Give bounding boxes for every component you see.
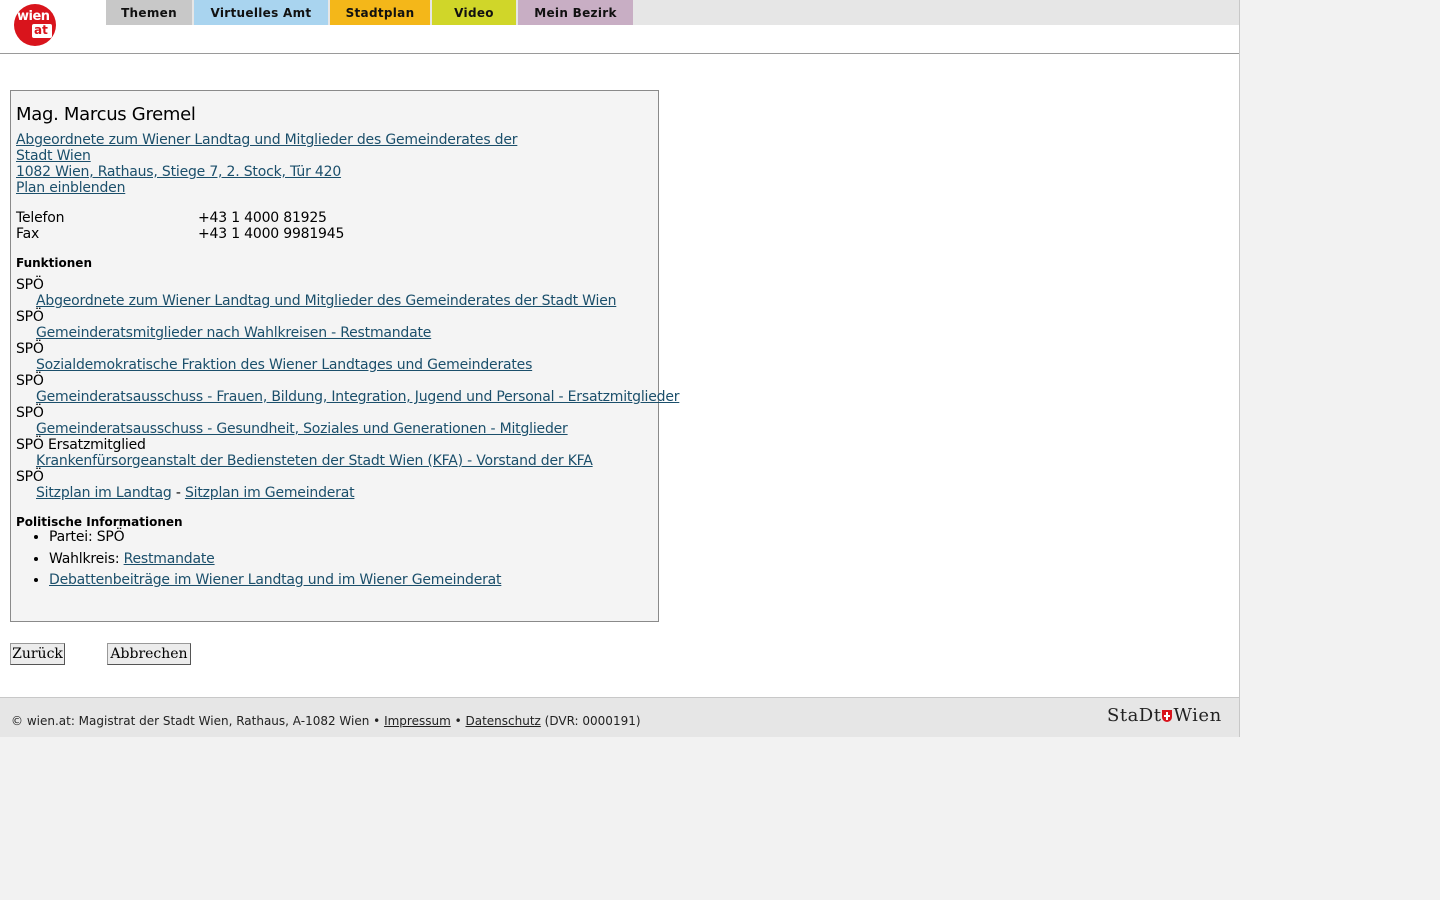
- page: wien at Themen Virtuelles Amt Stadtplan …: [0, 0, 1240, 737]
- political-info-heading: Politische Informationen: [16, 515, 183, 529]
- debatten-link[interactable]: Debattenbeiträge im Wiener Landtag und i…: [49, 572, 502, 588]
- show-map-link[interactable]: Plan einblenden: [16, 180, 125, 196]
- list-item: Debattenbeiträge im Wiener Landtag und i…: [49, 572, 502, 594]
- tab-mein-bezirk[interactable]: Mein Bezirk: [518, 0, 633, 25]
- logo-text-wien: wien: [17, 9, 50, 24]
- wahlkreis-label: Wahlkreis:: [49, 550, 124, 567]
- political-info-list: Partei: SPÖ Wahlkreis: Restmandate Debat…: [16, 529, 502, 594]
- phone-label: Telefon: [16, 210, 65, 226]
- function-party: SPÖ: [16, 277, 44, 293]
- vienna-shield-icon: [1162, 710, 1173, 722]
- list-item: Wahlkreis: Restmandate: [49, 551, 501, 573]
- footer: © wien.at: Magistrat der Stadt Wien, Rat…: [0, 697, 1239, 737]
- cancel-button[interactable]: Abbrechen: [107, 643, 191, 665]
- wien-at-logo[interactable]: wien at: [14, 4, 56, 46]
- function-party: SPÖ Ersatzmitglied: [16, 437, 146, 453]
- function-party: SPÖ: [16, 373, 44, 389]
- tab-virtuelles-amt[interactable]: Virtuelles Amt: [194, 0, 328, 25]
- copyright-text: © wien.at: Magistrat der Stadt Wien, Rat…: [11, 714, 385, 728]
- back-button[interactable]: Zurück: [10, 643, 65, 665]
- function-party: SPÖ: [16, 309, 44, 325]
- fax-value: +43 1 4000 9981945: [198, 226, 345, 242]
- org-link-line2[interactable]: Stadt Wien: [16, 148, 91, 164]
- logo-text-at: at: [34, 23, 48, 37]
- footer-bullet: •: [450, 714, 466, 728]
- stadt-wien-logo[interactable]: StaDt Wien: [1107, 705, 1222, 726]
- sitzplan-landtag-link[interactable]: Sitzplan im Landtag: [36, 485, 172, 501]
- footer-text: © wien.at: Magistrat der Stadt Wien, Rat…: [11, 714, 641, 728]
- function-link[interactable]: Sozialdemokratische Fraktion des Wiener …: [36, 357, 532, 373]
- logo-word-wien: Wien: [1173, 705, 1222, 726]
- list-item: Partei: SPÖ: [49, 529, 501, 551]
- wahlkreis-link[interactable]: Restmandate: [124, 551, 215, 567]
- tab-stadtplan[interactable]: Stadtplan: [330, 0, 430, 25]
- contact-details-panel: Mag. Marcus Gremel Abgeordnete zum Wiene…: [10, 90, 680, 622]
- function-link[interactable]: Abgeordnete zum Wiener Landtag und Mitgl…: [36, 293, 616, 309]
- functions-heading: Funktionen: [16, 256, 92, 270]
- phone-value: +43 1 4000 81925: [198, 210, 327, 226]
- sitzplan-separator: -: [171, 485, 185, 501]
- org-link-line1[interactable]: Abgeordnete zum Wiener Landtag und Mitgl…: [16, 132, 518, 148]
- datenschutz-link[interactable]: Datenschutz: [465, 714, 540, 728]
- logo-badge: at: [32, 23, 52, 38]
- function-party: SPÖ: [16, 469, 44, 485]
- function-link[interactable]: Gemeinderatsmitglieder nach Wahlkreisen …: [36, 325, 431, 341]
- function-party: SPÖ: [16, 341, 44, 357]
- tab-themen[interactable]: Themen: [106, 0, 192, 25]
- address-link[interactable]: 1082 Wien, Rathaus, Stiege 7, 2. Stock, …: [16, 164, 341, 180]
- tab-video[interactable]: Video: [432, 0, 516, 25]
- sitzplan-row: Sitzplan im Landtag - Sitzplan im Gemein…: [36, 485, 355, 501]
- dvr-text: (DVR: 0000191): [540, 714, 641, 728]
- person-name: Mag. Marcus Gremel: [16, 104, 196, 125]
- party-info: Partei: SPÖ: [49, 529, 125, 545]
- logo-word-stadt: StaDt: [1107, 705, 1162, 726]
- fax-label: Fax: [16, 226, 40, 242]
- function-link[interactable]: Gemeinderatsausschuss - Frauen, Bildung,…: [36, 389, 680, 405]
- function-link[interactable]: Gemeinderatsausschuss - Gesundheit, Sozi…: [36, 421, 568, 437]
- function-link[interactable]: Krankenfürsorgeanstalt der Bediensteten …: [36, 453, 593, 469]
- impressum-link[interactable]: Impressum: [384, 714, 451, 728]
- function-party: SPÖ: [16, 405, 44, 421]
- header-divider: [0, 53, 1239, 54]
- sitzplan-gemeinderat-link[interactable]: Sitzplan im Gemeinderat: [185, 485, 355, 501]
